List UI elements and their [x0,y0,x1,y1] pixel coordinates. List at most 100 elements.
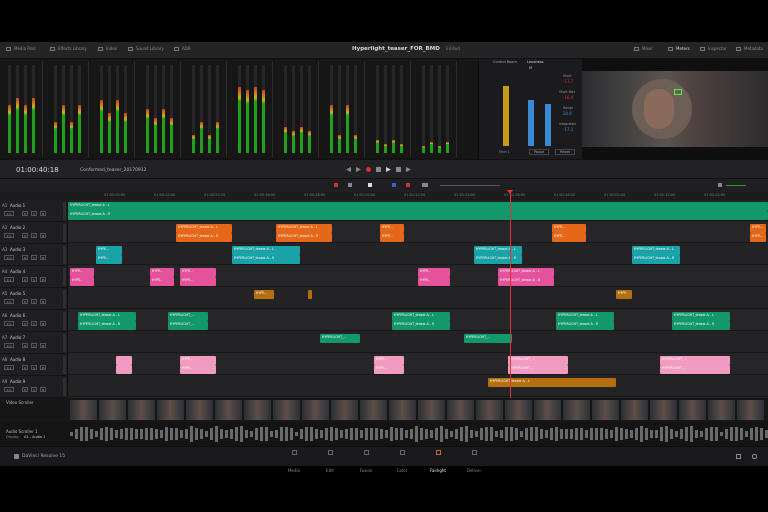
track-header[interactable]: A5 Audio 5 2.0 R S M [0,288,68,310]
track-button-r[interactable]: R [22,343,28,348]
track-header[interactable]: A8 Audio 8 2.0 R S M [0,354,68,376]
track-button-s[interactable]: S [31,255,37,260]
track-button-r[interactable]: R [22,255,28,260]
track-button-s[interactable]: S [31,299,37,304]
page-deliver[interactable]: Deliver [456,449,492,473]
track-lane[interactable] [68,222,768,243]
media-pool-button[interactable]: Media Pool [6,46,36,51]
track-header[interactable]: A7 Audio 7 2.0 R S M [0,332,68,354]
inspector-button[interactable]: Inspector [700,46,727,51]
track-level[interactable]: 2.0 [4,365,14,370]
playhead[interactable] [510,192,511,398]
speaker-icon[interactable] [718,183,722,187]
track-level[interactable]: 2.0 [4,233,14,238]
sound-library-button[interactable]: Sound Library [128,46,164,51]
audio-clip[interactable]: HYPE... [254,290,274,299]
track-button-m[interactable]: M [40,343,46,348]
audio-clip[interactable]: HYPE... [180,268,216,277]
page-media[interactable]: Media [276,449,312,473]
audio-clip[interactable]: HYPERLIGHT_teaser-A - R [78,321,136,330]
track-button-s[interactable]: S [31,233,37,238]
audio-clip[interactable]: HYPE... [96,255,122,264]
flag-icon[interactable] [406,183,410,187]
audio-clip[interactable]: HYPERLIGHT_... [508,356,568,365]
track-button-m[interactable]: M [40,255,46,260]
track-button-m[interactable]: M [40,321,46,326]
audio-clip[interactable] [116,365,132,374]
audio-clip[interactable]: HYPERLIGHT_... [320,334,360,343]
track-lane[interactable] [68,376,768,397]
audio-clip[interactable]: HYPE... [418,268,450,277]
audio-clip[interactable]: HYPERLIGHT_teaser-A - R [392,321,450,330]
fast-forward-icon[interactable] [356,167,361,172]
track-button-s[interactable]: S [31,321,37,326]
loop-icon[interactable] [396,167,401,172]
track-button-r[interactable]: R [22,233,28,238]
tab-loudness[interactable]: Loudness [527,60,544,65]
rewind-icon[interactable] [346,167,351,172]
audio-clip[interactable]: HYPERLIGHT_... [464,334,512,343]
track-name[interactable]: Audio 2 [10,225,25,230]
track-button-s[interactable]: S [31,211,37,216]
index-button[interactable]: Index [98,46,117,51]
audio-clip[interactable]: HYPERLIGHT_teaser-A - L [474,246,522,255]
audio-clip[interactable]: HYPERLIGHT_teaser-A - L [78,312,136,321]
audio-clip[interactable]: HYPERLIGHT_... [660,365,730,374]
audio-clip[interactable]: HYPE... [418,277,450,286]
track-level[interactable]: 2.0 [4,321,14,326]
audio-clip[interactable]: HYPERLIGHT_teaser-A - R [68,211,768,220]
audio-clip[interactable]: HYPE... [616,290,632,299]
track-button-m[interactable]: M [40,277,46,282]
audio-clip[interactable]: HYPERLIGHT_teaser-A - L [392,312,450,321]
track-header[interactable]: A2 Audio 2 2.0 R S M [0,222,68,244]
track-header[interactable]: A1 Audio 1 2.0 R S M [0,200,68,222]
audio-clip[interactable]: HYPERLIGHT_teaser-A - L [68,202,768,211]
audio-clip[interactable]: HYPERLIGHT_teaser-A - R [556,321,614,330]
audio-clip[interactable]: HYPERLIGHT_teaser-A - R [672,321,730,330]
track-name[interactable]: Audio 3 [10,247,25,252]
audio-clip[interactable]: HYPERLIGHT_teaser-A - L [498,268,554,277]
audio-clip[interactable]: HYPE... [70,277,94,286]
audio-clip[interactable]: HYPE... [180,365,216,374]
page-edit[interactable]: Edit [312,449,348,473]
video-scroller[interactable]: Video Scroller [0,398,768,422]
audio-clip[interactable]: HYPERLIGHT_teaser-A - R [176,233,232,242]
playhead-handle-icon[interactable] [507,190,513,194]
stop-icon[interactable] [376,167,381,172]
audio-clip[interactable]: HYPERLIGHT_teaser-A - R [474,255,522,264]
audio-clip[interactable]: HYPERLIGHT_... [660,356,730,365]
audio-clip[interactable]: HYPERLIGHT_... [508,365,568,374]
audio-scroller[interactable]: Audio Scroller 1 Display A1 - Audio 1 [0,422,768,446]
track-button-s[interactable]: S [31,365,37,370]
track-button-m[interactable]: M [40,299,46,304]
track-button-m[interactable]: M [40,211,46,216]
audio-clip[interactable]: HYPERLIGHT_teaser-A - L [276,224,332,233]
mixer-button[interactable]: Mixer [634,46,653,51]
audio-clip[interactable]: HYPERLIGHT_... [168,312,208,321]
track-lane[interactable] [68,332,768,353]
audio-clip[interactable]: HYPE... [180,277,216,286]
pause-button[interactable]: Pause [529,149,549,155]
audio-clip[interactable]: HYPERLIGHT_teaser-A - R [276,233,332,242]
audio-clip[interactable]: HYPE... [150,268,174,277]
snap-icon[interactable] [368,183,372,187]
play-icon[interactable] [386,167,391,172]
page-fairlight[interactable]: Fairlight [420,449,456,473]
track-header[interactable]: A4 Audio 4 2.0 R S M [0,266,68,288]
track-button-r[interactable]: R [22,365,28,370]
track-header[interactable]: A6 Audio 6 2.0 R S M [0,310,68,332]
audio-clip[interactable] [308,290,312,299]
audio-clip[interactable]: HYPERLIGHT_teaser-A - R [232,255,300,264]
track-lane[interactable] [68,288,768,309]
audio-clip[interactable]: HYPE... [374,356,404,365]
track-button-r[interactable]: R [22,299,28,304]
track-button-m[interactable]: M [40,387,46,392]
track-level[interactable]: 2.0 [4,387,14,392]
audio-clip[interactable]: HYPERLIGHT_teaser-A - L [176,224,232,233]
audio-clip[interactable]: HYPE... [374,365,404,374]
audio-clip[interactable]: HYPE... [180,356,216,365]
pointer-tool-icon[interactable] [334,183,338,187]
track-button-s[interactable]: S [31,387,37,392]
track-lanes[interactable]: HYPERLIGHT_teaser-A - L HYPERLIGHT_teaser… [68,200,768,398]
settings-icon[interactable] [752,454,757,459]
